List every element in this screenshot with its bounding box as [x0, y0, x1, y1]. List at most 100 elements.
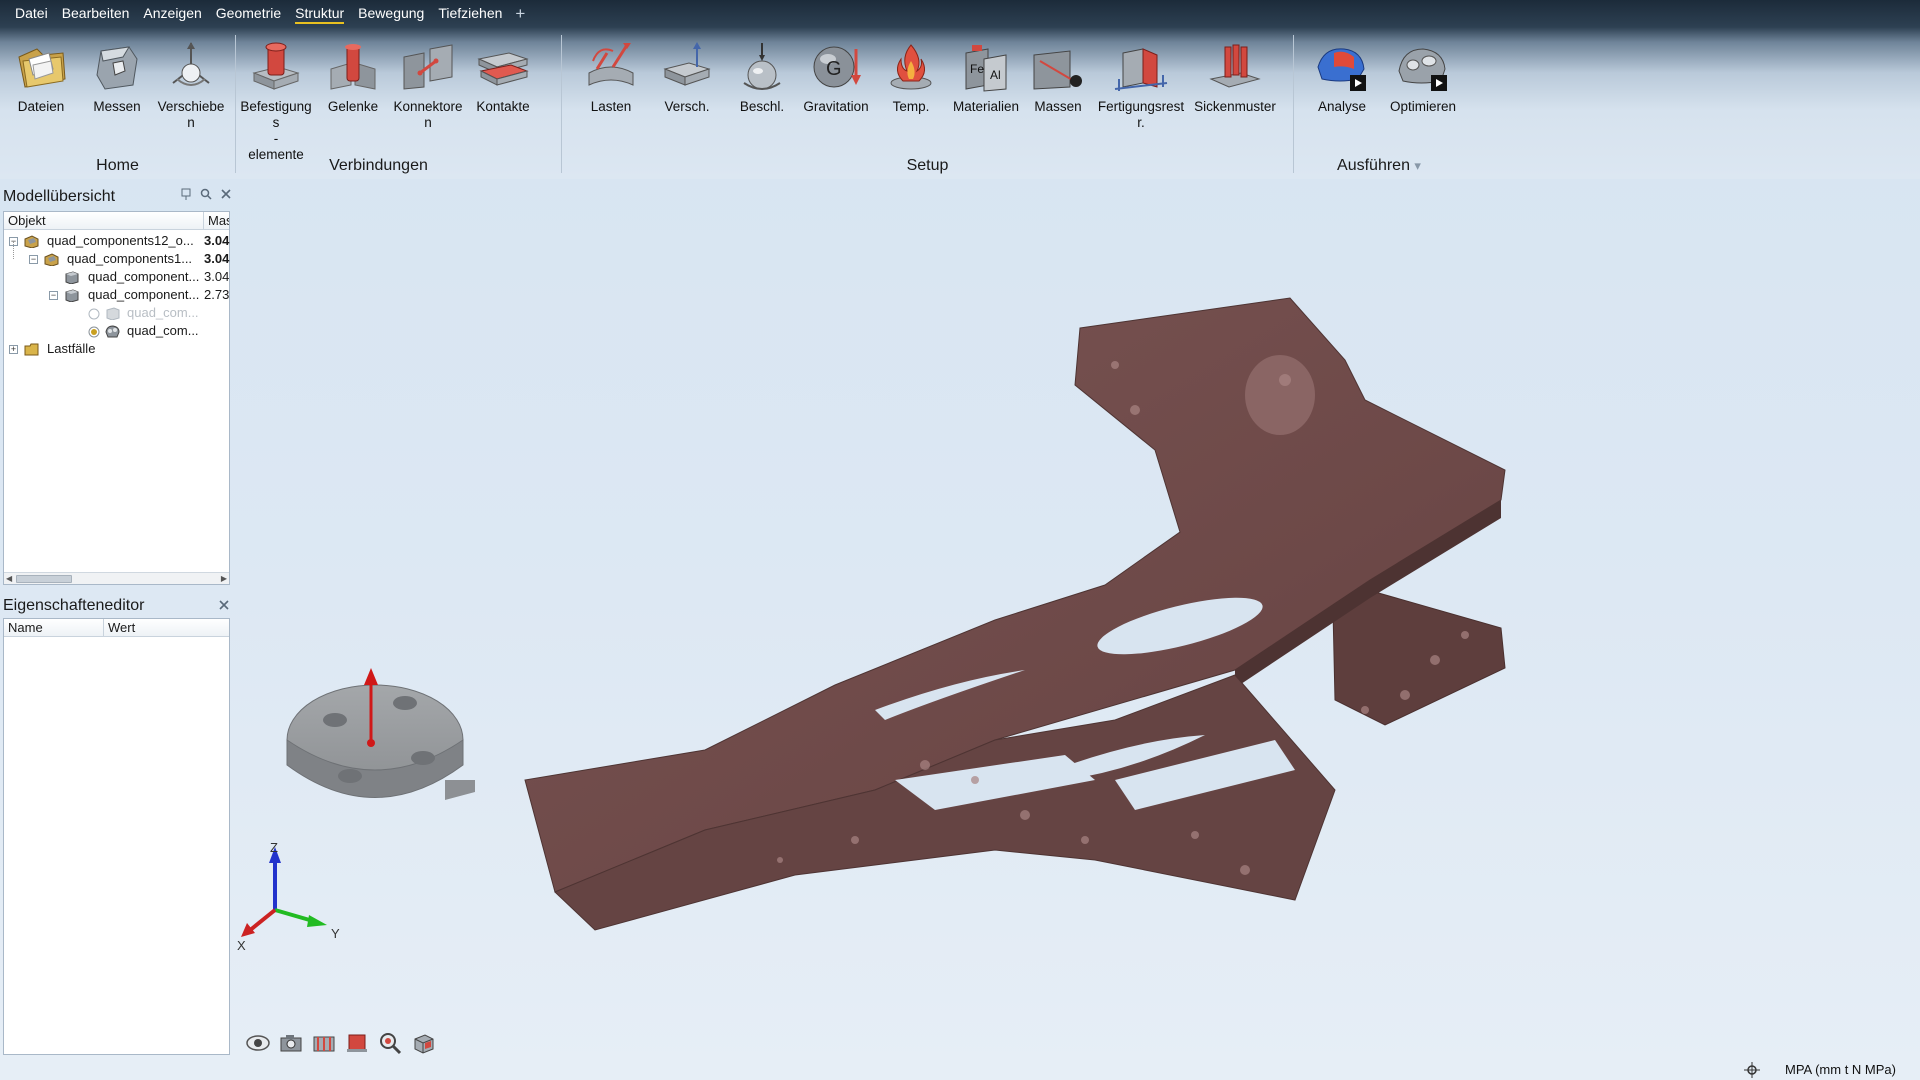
close-icon[interactable]: [218, 599, 230, 611]
svg-text:Al: Al: [990, 68, 1001, 82]
radio-selected-icon[interactable]: [88, 326, 100, 338]
gelenke-label: Gelenke: [327, 99, 379, 114]
ribbon-group-ausfuehren: Analyse Optimieren Ausführen ▾: [1294, 27, 1494, 179]
menu-bewegung[interactable]: Bewegung: [351, 0, 431, 27]
temp-button[interactable]: Temp.: [874, 39, 948, 115]
dateien-button[interactable]: Dateien: [4, 39, 78, 115]
units-indicator[interactable]: MPA (mm t N MPa): [1785, 1062, 1896, 1077]
scroll-left-icon[interactable]: ◀: [6, 574, 12, 583]
optimieren-button[interactable]: Optimieren: [1386, 39, 1460, 115]
scrollbar-thumb[interactable]: [16, 575, 72, 583]
group-label-verbindungen: Verbindungen: [329, 157, 428, 174]
messen-button[interactable]: Messen: [80, 39, 154, 115]
axis-label-x: X: [237, 938, 246, 953]
property-editor: Name Wert: [3, 618, 230, 1055]
analysis-icon: [1314, 39, 1370, 95]
tree-value: 3.04: [204, 269, 230, 284]
masses-icon: [1030, 39, 1086, 95]
part-model[interactable]: [235, 180, 1920, 1050]
expand-icon[interactable]: +: [9, 345, 18, 354]
close-icon[interactable]: [220, 188, 232, 200]
tree-row[interactable]: − quad_component... 2.73: [4, 286, 229, 304]
column-header-mass[interactable]: Mas: [204, 212, 229, 229]
gravitation-label: Gravitation: [803, 99, 869, 114]
menu-tiefziehen[interactable]: Tiefziehen: [431, 0, 509, 27]
tree-row[interactable]: + Lastfälle: [4, 340, 229, 358]
temperature-icon: [883, 39, 939, 95]
menu-bearbeiten[interactable]: Bearbeiten: [55, 0, 137, 27]
radio-unselected-icon[interactable]: [88, 308, 100, 320]
group-label-setup: Setup: [906, 157, 949, 174]
sickenmuster-label: Sickenmuster: [1194, 99, 1276, 114]
gravitation-button[interactable]: G Gravitation: [799, 39, 873, 115]
contact-icon: [475, 39, 531, 95]
tree-row[interactable]: − quad_components1... 3.04: [4, 241, 230, 268]
acceleration-icon: [734, 39, 790, 95]
zoom-icon[interactable]: [378, 1031, 403, 1055]
display-mode-icon[interactable]: [345, 1031, 370, 1055]
befestigungselemente-button[interactable]: Befestigungs - elemente: [238, 39, 314, 163]
search-icon[interactable]: [200, 188, 212, 200]
tree-row[interactable]: quad_component... 3.04: [4, 268, 229, 286]
fertigungsrestr-button[interactable]: Fertigungsrestr.: [1096, 39, 1186, 131]
tree-label: quad_components12_o...: [47, 233, 194, 248]
horizontal-scrollbar[interactable]: ◀ ▶: [4, 572, 229, 584]
analyse-label: Analyse: [1317, 99, 1367, 114]
dropdown-arrow-icon: ▾: [1414, 158, 1421, 173]
fertigungsrestr-label: Fertigungsrestr.: [1097, 99, 1185, 130]
model-tree-header: Objekt Mas: [4, 212, 229, 230]
materialien-button[interactable]: Fe Al Materialien: [949, 39, 1023, 115]
scroll-right-icon[interactable]: ▶: [221, 574, 227, 583]
versch-button[interactable]: Versch.: [650, 39, 724, 115]
optimize-icon: [1395, 39, 1451, 95]
part-icon: [106, 307, 120, 320]
manufacturing-constraint-icon: [1113, 39, 1169, 95]
analyse-button[interactable]: Analyse: [1305, 39, 1379, 115]
ribbon-group-setup: Lasten Versch. Beschl. G Gravitation Tem…: [562, 27, 1293, 179]
column-header-value[interactable]: Wert: [104, 619, 229, 636]
tree-value: 3.04: [204, 251, 230, 266]
3d-viewport[interactable]: Z Y X: [235, 180, 1920, 1050]
sickenmuster-button[interactable]: Sickenmuster: [1193, 39, 1277, 115]
tree-row[interactable]: quad_com...: [4, 322, 229, 340]
column-header-name[interactable]: Name: [4, 619, 104, 636]
group-label-ausfuehren[interactable]: Ausführen ▾: [1264, 157, 1494, 175]
massen-button[interactable]: Massen: [1021, 39, 1095, 115]
view-eye-icon[interactable]: [246, 1031, 271, 1055]
measure-icon: [89, 39, 145, 95]
collapse-icon[interactable]: −: [49, 291, 58, 300]
add-tab-icon[interactable]: +: [509, 0, 531, 27]
camera-icon[interactable]: [279, 1031, 304, 1055]
svg-text:G: G: [826, 58, 842, 80]
beschl-button[interactable]: Beschl.: [725, 39, 799, 115]
konnektoren-button[interactable]: Konnektore n: [391, 39, 465, 131]
pin-icon[interactable]: [180, 188, 192, 200]
menu-anzeigen[interactable]: Anzeigen: [136, 0, 208, 27]
optimieren-label: Optimieren: [1389, 99, 1457, 114]
menu-datei[interactable]: Datei: [8, 0, 55, 27]
column-header-object[interactable]: Objekt: [4, 212, 204, 229]
model-overview-toolbar: [180, 188, 232, 200]
axis-label-z: Z: [270, 840, 278, 855]
menu-struktur[interactable]: Struktur: [288, 0, 351, 27]
temp-label: Temp.: [892, 99, 930, 114]
snap-target-icon[interactable]: [1744, 1062, 1760, 1078]
axis-label-y: Y: [331, 926, 340, 941]
displacement-icon: [659, 39, 715, 95]
gelenke-button[interactable]: Gelenke: [316, 39, 390, 115]
lasten-button[interactable]: Lasten: [574, 39, 648, 115]
kontakte-button[interactable]: Kontakte: [466, 39, 540, 115]
part-icon: [65, 289, 79, 302]
view-cube-icon[interactable]: [411, 1031, 436, 1055]
connector-icon: [400, 39, 456, 95]
tree-label: quad_component...: [88, 269, 200, 284]
tree-value: 2.73: [204, 287, 230, 302]
tree-row[interactable]: − quad_components12_o... 3.04: [4, 232, 229, 250]
tree-row[interactable]: quad_com...: [4, 304, 229, 322]
section-cut-icon[interactable]: [312, 1031, 337, 1055]
menu-geometrie[interactable]: Geometrie: [209, 0, 288, 27]
svg-text:Fe: Fe: [970, 62, 984, 76]
model-tree: Objekt Mas − quad_components12_o... 3.04…: [3, 211, 230, 585]
verschieben-button[interactable]: Verschiebe n: [154, 39, 228, 131]
collapse-icon[interactable]: −: [29, 255, 38, 264]
